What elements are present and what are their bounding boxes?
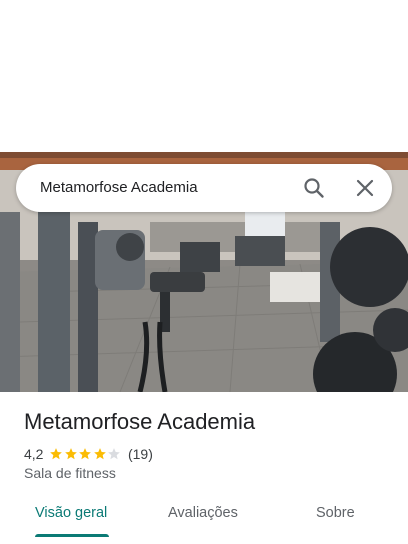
star-icon bbox=[65, 448, 77, 460]
star-rating bbox=[49, 447, 122, 461]
search-icon[interactable] bbox=[302, 176, 326, 200]
place-category: Sala de fitness bbox=[24, 465, 116, 481]
active-tab-indicator bbox=[35, 534, 109, 537]
star-icon bbox=[94, 448, 106, 460]
tab-reviews[interactable]: Avaliações bbox=[168, 505, 238, 521]
search-query-text[interactable]: Metamorfose Academia bbox=[40, 179, 198, 196]
search-bar[interactable]: Metamorfose Academia bbox=[16, 164, 392, 212]
star-icon bbox=[108, 448, 121, 460]
place-tabs: Visão geral Avaliações Sobre bbox=[0, 496, 408, 544]
close-icon[interactable] bbox=[353, 176, 377, 200]
star-icon bbox=[79, 448, 92, 460]
map-blank-area bbox=[0, 0, 408, 152]
tab-overview[interactable]: Visão geral bbox=[35, 505, 107, 521]
place-title: Metamorfose Academia bbox=[24, 409, 256, 434]
review-count[interactable]: (19) bbox=[128, 446, 153, 462]
tab-about[interactable]: Sobre bbox=[316, 505, 355, 521]
star-icon bbox=[50, 448, 63, 460]
rating-value: 4,2 bbox=[24, 446, 44, 462]
rating-row[interactable]: 4,2 (19) bbox=[24, 445, 153, 463]
